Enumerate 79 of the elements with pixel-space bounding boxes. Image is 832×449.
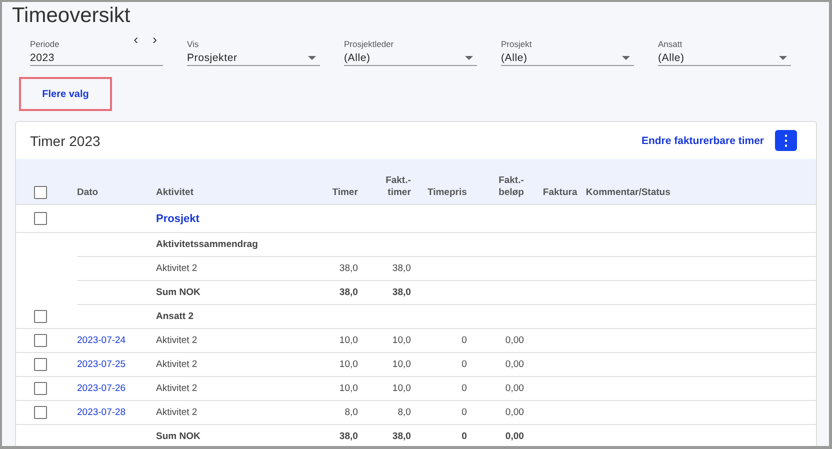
column-header: Aktivitet	[156, 187, 194, 198]
table-cell: 8,0	[344, 407, 358, 418]
checkbox[interactable]	[34, 334, 47, 347]
page-title: Timeoversikt	[12, 4, 130, 28]
field-value: (Alle)	[501, 52, 528, 64]
table-cell: 38,0	[392, 287, 411, 298]
dropdown-caret-icon	[308, 56, 316, 60]
field-value: 2023	[30, 52, 55, 64]
table-cell: Ansatt 2	[156, 311, 194, 322]
field-label: Prosjekt	[501, 39, 532, 49]
date-link[interactable]: 2023-07-25	[77, 359, 126, 370]
checkbox[interactable]	[34, 212, 47, 225]
table-cell: 0,00	[505, 359, 524, 370]
card-title: Timer 2023	[30, 132, 100, 148]
table-cell: 38,0	[339, 287, 358, 298]
column-header: Fakt.-timer	[386, 175, 411, 198]
checkbox[interactable]	[34, 186, 47, 199]
dropdown-caret-icon	[465, 56, 473, 60]
table-cell: 10,0	[392, 383, 411, 394]
table-cell: Aktivitet 2	[156, 263, 198, 274]
column-header: Fakt.-beløp	[498, 175, 524, 198]
table-cell: 38,0	[392, 263, 411, 274]
table-cell: 0,00	[505, 383, 524, 394]
table-cell: 0	[462, 407, 467, 418]
checkbox[interactable]	[34, 310, 47, 323]
table-cell: 0,00	[505, 407, 524, 418]
table-cell: 10,0	[339, 335, 358, 346]
previous-button[interactable]: ‹	[134, 31, 138, 47]
field-value: (Alle)	[658, 52, 684, 64]
field-label: Periode	[30, 39, 60, 49]
dropdown-field[interactable]: Prosjekt (Alle)	[501, 34, 634, 66]
table-cell: Aktivitet 2	[156, 383, 198, 394]
column-header: Timepris	[427, 187, 467, 198]
table-cell: 38,0	[392, 431, 411, 442]
date-link[interactable]: 2023-07-24	[77, 335, 126, 346]
table-cell: 38,0	[339, 263, 358, 274]
next-button[interactable]: ›	[152, 31, 157, 47]
project-link[interactable]: Prosjekt	[156, 212, 200, 224]
table-cell: 38,0	[339, 431, 358, 442]
table-cell: Aktivitet 2	[156, 359, 198, 370]
table-cell: 0	[462, 383, 467, 394]
table-cell: Aktivitet 2	[156, 407, 198, 418]
table-cell: 0	[462, 359, 467, 370]
table-cell: 0	[462, 335, 467, 346]
checkbox[interactable]	[34, 382, 47, 395]
column-header: Faktura	[542, 187, 578, 198]
period-field[interactable]: Periode ‹ › 2023	[30, 34, 163, 66]
table-cell: Aktivitetssammendrag	[156, 239, 258, 250]
date-link[interactable]: 2023-07-28	[77, 407, 126, 418]
dropdown-caret-icon	[779, 56, 787, 60]
table-cell: 0	[462, 431, 467, 442]
table-cell: 0,00	[505, 335, 524, 346]
more-options-button[interactable]: Flere valg	[19, 77, 112, 111]
table-cell: 10,0	[339, 359, 358, 370]
table-cell: Sum NOK	[156, 431, 200, 442]
column-header: Timer	[332, 187, 358, 198]
date-link[interactable]: 2023-07-26	[77, 383, 126, 394]
dropdown-field[interactable]: Ansatt (Alle)	[658, 34, 791, 66]
table-cell: 10,0	[339, 383, 358, 394]
table-cell: 8,0	[398, 407, 411, 418]
column-header: Kommentar/Status	[586, 187, 670, 198]
field-value: (Alle)	[344, 52, 370, 64]
field-value: Prosjekter	[187, 52, 238, 64]
table-cell: Sum NOK	[156, 287, 200, 298]
dropdown-field[interactable]: Vis Prosjekter	[187, 34, 320, 66]
column-header: Dato	[77, 187, 98, 198]
more-menu-button[interactable]: ⋮	[775, 130, 797, 151]
checkbox[interactable]	[34, 358, 47, 371]
checkbox[interactable]	[34, 406, 47, 419]
field-label: Vis	[187, 39, 199, 49]
table-cell: Aktivitet 2	[156, 335, 198, 346]
dropdown-caret-icon	[622, 56, 630, 60]
table-cell: 10,0	[392, 335, 411, 346]
table-cell: 10,0	[392, 359, 411, 370]
edit-billable-link[interactable]: Endre fakturerbare timer	[641, 134, 764, 146]
table-cell: 0,00	[505, 431, 524, 442]
dropdown-field[interactable]: Prosjektleder (Alle)	[344, 34, 477, 66]
field-label: Ansatt	[658, 39, 682, 49]
field-label: Prosjektleder	[344, 39, 394, 49]
